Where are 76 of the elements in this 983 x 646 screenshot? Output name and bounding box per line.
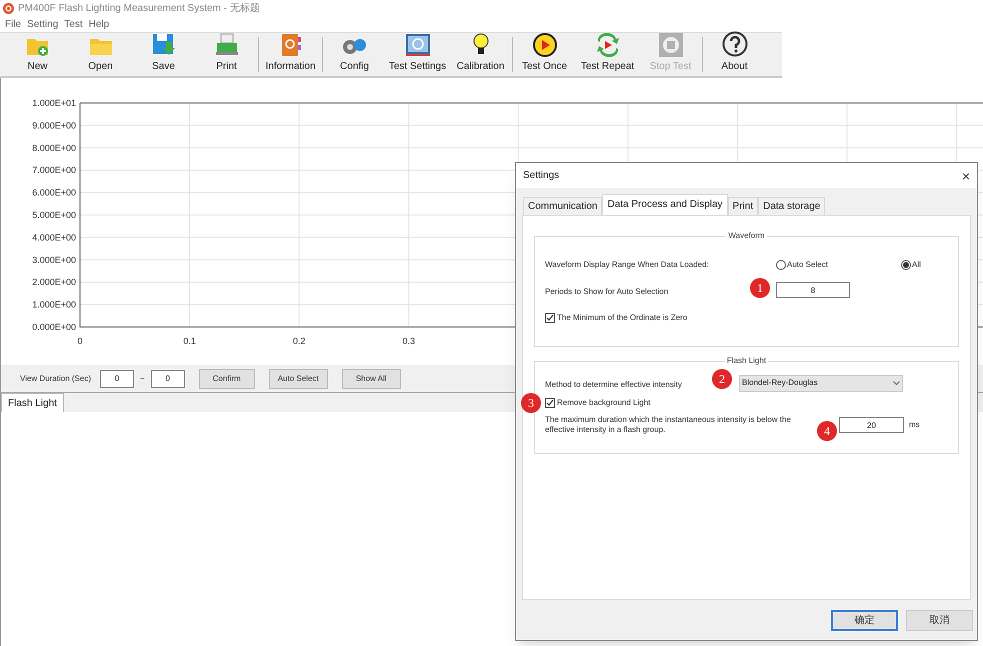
dialog-button[interactable]: 确定 bbox=[831, 610, 898, 631]
field-label: Method to determine effective intensity bbox=[545, 380, 682, 389]
y-tick-label: 0.000E+00 bbox=[32, 322, 76, 332]
play-icon bbox=[532, 33, 556, 57]
y-tick-label: 2.000E+00 bbox=[32, 277, 76, 288]
y-tick-label: 4.000E+00 bbox=[32, 232, 76, 242]
group-title: Waveform bbox=[727, 230, 766, 242]
y-tick-label: 1.000E+01 bbox=[32, 98, 76, 108]
tab[interactable]: Flash Light bbox=[1, 393, 64, 412]
checkbox[interactable] bbox=[545, 398, 555, 408]
step-marker: 2 bbox=[712, 369, 732, 389]
toolbar-button[interactable]: About bbox=[703, 33, 766, 76]
toolbar-button[interactable]: Calibration bbox=[449, 33, 512, 76]
unit-label: ms bbox=[909, 419, 920, 431]
x-tick-label: 0.2 bbox=[292, 336, 306, 346]
y-tick-label: 3.000E+00 bbox=[32, 254, 76, 265]
menu-item[interactable]: Setting bbox=[24, 17, 62, 32]
toolbar-button[interactable]: Config bbox=[323, 33, 386, 76]
field-label: View Duration (Sec) bbox=[20, 372, 91, 384]
action-button[interactable]: Confirm bbox=[198, 368, 255, 388]
toolbar-button[interactable]: New bbox=[6, 33, 69, 76]
tab[interactable]: Communication bbox=[523, 197, 602, 215]
menu-item[interactable]: File bbox=[2, 17, 24, 32]
toolbar-button[interactable]: Open bbox=[69, 33, 132, 76]
step-marker: 3 bbox=[521, 393, 541, 413]
from-field[interactable]: 0 bbox=[100, 370, 134, 388]
window-title: PM400F Flash Lighting Measurement System - 无标题 bbox=[18, 2, 260, 16]
duration-field[interactable]: 20 bbox=[839, 417, 904, 433]
checkbox-label: The Minimum of the Ordinate is Zero bbox=[557, 312, 688, 324]
periods-field[interactable]: 8 bbox=[776, 282, 850, 298]
monitor-icon bbox=[404, 33, 430, 57]
repeat-play-icon bbox=[594, 33, 620, 57]
x-tick-label: 0.3 bbox=[402, 336, 415, 346]
tab[interactable]: Print bbox=[728, 197, 758, 215]
toolbar-button[interactable]: Save bbox=[132, 33, 195, 76]
radio-label: All bbox=[912, 259, 921, 271]
field-description: The maximum duration which the instantaneous intensity is below the effective intensity in a flash group. bbox=[545, 415, 792, 435]
app-logo-icon bbox=[3, 3, 14, 14]
radio-label: Auto Select bbox=[787, 259, 828, 271]
light-bulb-icon bbox=[472, 33, 488, 57]
menu-item[interactable]: Help bbox=[86, 17, 112, 32]
y-tick-label: 9.000E+00 bbox=[32, 120, 76, 130]
chevron-down-icon bbox=[893, 380, 900, 386]
dialog-title: Settings bbox=[523, 169, 560, 183]
to-field[interactable]: 0 bbox=[150, 370, 185, 388]
stop-icon bbox=[658, 33, 682, 57]
checkbox[interactable] bbox=[545, 313, 555, 323]
y-tick-label: 8.000E+00 bbox=[32, 142, 76, 153]
radio-button[interactable] bbox=[776, 260, 786, 270]
step-marker: 1 bbox=[750, 278, 770, 298]
range-separator: ~ bbox=[140, 372, 145, 384]
tab[interactable]: Data storage bbox=[758, 197, 826, 215]
x-tick-label: 0 bbox=[78, 336, 82, 346]
y-tick-label: 7.000E+00 bbox=[32, 165, 76, 176]
dialog-button[interactable]: 取消 bbox=[906, 610, 973, 631]
y-tick-label: 1.000E+00 bbox=[32, 300, 76, 310]
step-marker: 4 bbox=[817, 421, 837, 441]
toolbar-button[interactable]: Test Once bbox=[513, 33, 576, 76]
action-button[interactable]: Auto Select bbox=[268, 368, 328, 388]
x-tick-label: 0.1 bbox=[183, 336, 196, 346]
y-tick-label: 5.000E+00 bbox=[32, 210, 76, 220]
field-label: Periods to Show for Auto Selection bbox=[545, 287, 668, 296]
toolbar-button[interactable]: Test Repeat bbox=[576, 33, 639, 76]
action-button[interactable]: Show All bbox=[342, 368, 401, 388]
close-button[interactable]: × bbox=[962, 168, 970, 182]
y-tick-label: 6.000E+00 bbox=[32, 188, 76, 198]
group-title: Flash Light bbox=[726, 355, 768, 367]
toolbar-button[interactable]: Information bbox=[259, 33, 322, 76]
toolbar-button[interactable]: Test Settings bbox=[386, 33, 449, 76]
field-label: Waveform Display Range When Data Loaded: bbox=[545, 259, 710, 271]
checkbox-label: Remove background Light bbox=[557, 397, 650, 409]
radio-button[interactable] bbox=[901, 260, 911, 270]
menu-item[interactable]: Test bbox=[61, 17, 86, 32]
method-dropdown[interactable]: Blondel-Rey-Douglas bbox=[739, 374, 903, 392]
toolbar-button[interactable]: Print bbox=[195, 33, 258, 76]
tab[interactable]: Data Process and Display bbox=[602, 194, 728, 215]
